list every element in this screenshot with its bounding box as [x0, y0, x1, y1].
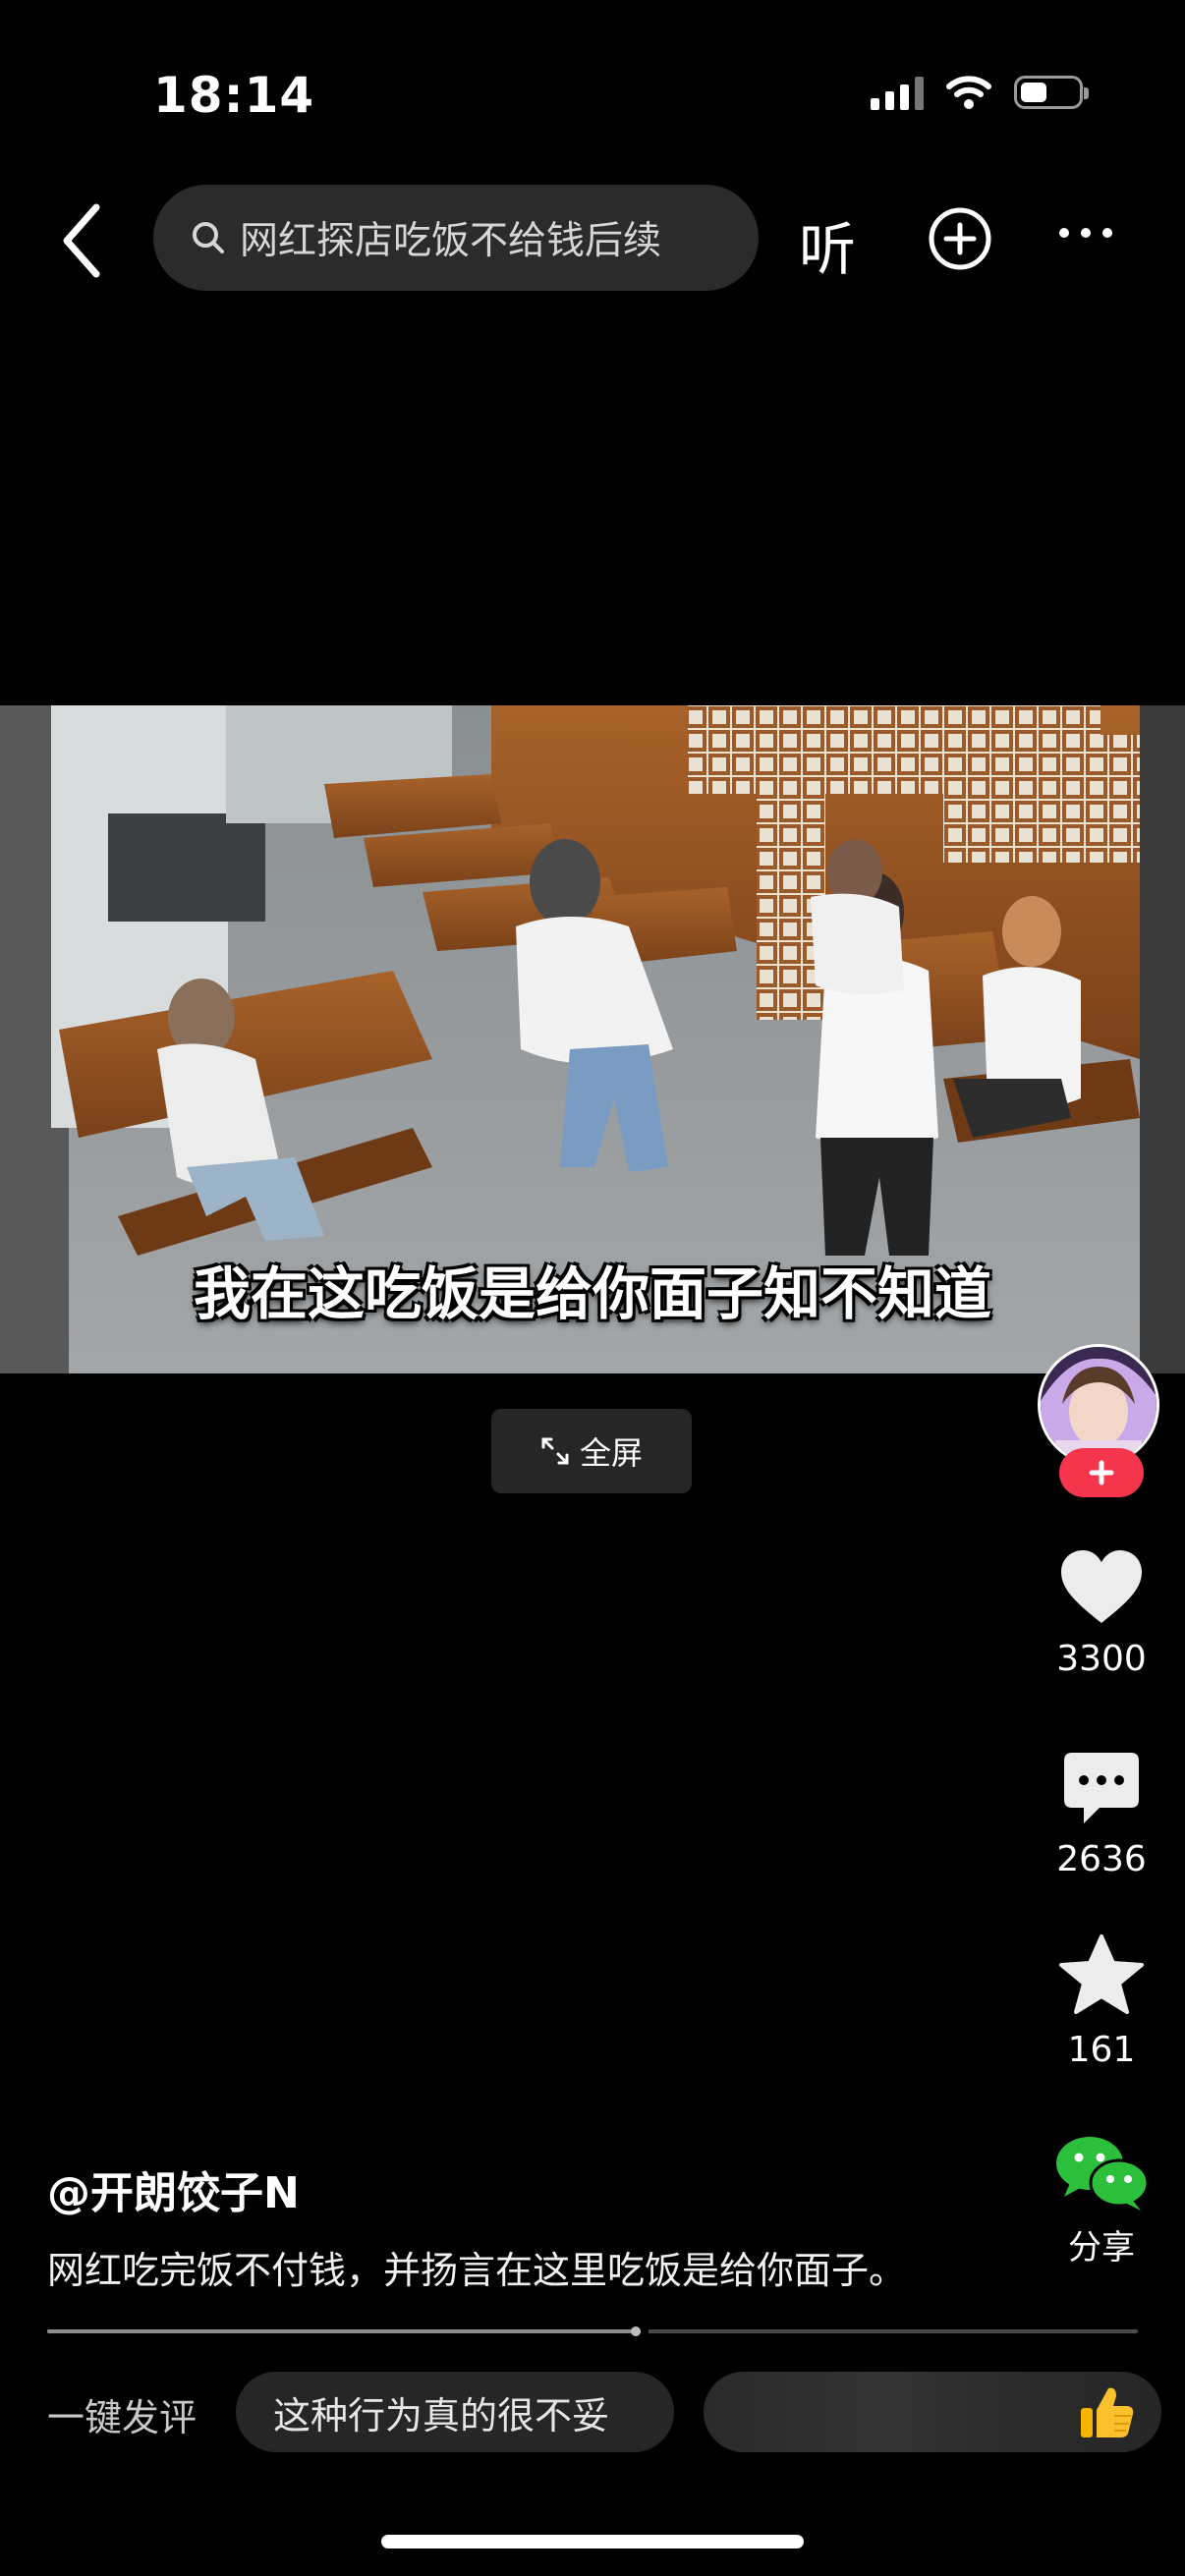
follow-button[interactable]: [1059, 1448, 1144, 1497]
search-input[interactable]: 网红探店吃饭不给钱后续: [153, 185, 759, 291]
listen-button[interactable]: 听: [799, 203, 856, 286]
wifi-icon: [946, 76, 991, 109]
like-count: 3300: [1056, 1639, 1147, 1679]
video-description: 网红吃完饭不付钱，并扬言在这里吃饭是给你面子。: [47, 2249, 907, 2292]
favorite-count: 161: [1067, 2030, 1136, 2070]
fullscreen-label: 全屏: [579, 1434, 643, 1472]
video-subtitle: 我在这吃饭是给你面子知不知道: [193, 1260, 991, 1327]
star-icon: [1059, 1934, 1144, 2014]
share-wechat-button[interactable]: 分享: [1042, 2134, 1161, 2268]
comment-count: 2636: [1056, 1839, 1147, 1879]
favorite-button[interactable]: 161: [1042, 1933, 1161, 2070]
suggested-comment-chip-2[interactable]: [704, 2372, 1161, 2452]
expand-icon: [541, 1437, 569, 1465]
author-name[interactable]: @开朗饺子N: [47, 2157, 300, 2220]
comment-icon: [1064, 1753, 1139, 1823]
comment-button[interactable]: 2636: [1042, 1749, 1161, 1879]
suggested-comment-chip[interactable]: 这种行为真的很不妥: [236, 2372, 674, 2452]
search-icon: [193, 222, 224, 253]
wechat-icon: [1056, 2137, 1150, 2211]
more-options-icon[interactable]: [1059, 228, 1112, 238]
cellular-signal-icon: [871, 75, 924, 110]
heart-icon: [1061, 1550, 1142, 1623]
status-icons: [871, 75, 1089, 110]
home-indicator[interactable]: [381, 2535, 804, 2548]
plus-icon: [1089, 1460, 1114, 1485]
video-player[interactable]: 我在这吃饭是给你面子知不知道: [0, 705, 1185, 1373]
progress-handle[interactable]: [631, 2326, 641, 2336]
status-time: 18:14: [153, 67, 315, 124]
add-circle-icon[interactable]: [928, 206, 992, 271]
back-icon[interactable]: [57, 201, 106, 280]
thumbs-up-icon: [1081, 2387, 1134, 2437]
quick-comment-label: 一键发评: [47, 2396, 198, 2439]
fullscreen-button[interactable]: 全屏: [491, 1409, 692, 1493]
search-query-text: 网红探店吃饭不给钱后续: [240, 219, 662, 263]
video-progress-bar[interactable]: [47, 2326, 1138, 2336]
like-button[interactable]: 3300: [1042, 1546, 1161, 1679]
share-label: 分享: [1068, 2228, 1135, 2268]
battery-icon: [1014, 76, 1089, 109]
avatar-image: [1041, 1347, 1157, 1463]
